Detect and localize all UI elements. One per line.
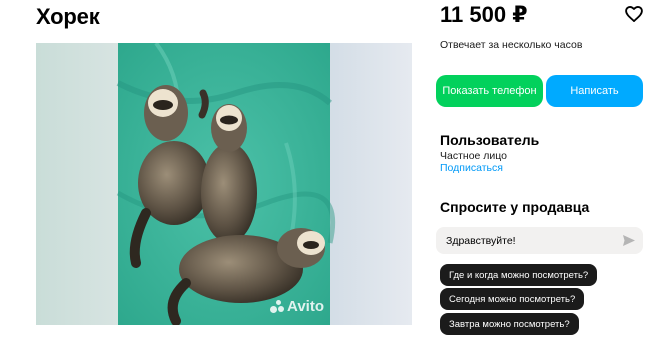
- quick-question-chip[interactable]: Завтра можно посмотреть?: [440, 313, 579, 335]
- seller-type: Частное лицо: [440, 150, 508, 162]
- message-input[interactable]: [446, 227, 616, 254]
- ask-seller-heading: Спросите у продавца: [440, 199, 590, 215]
- listing-price: 11 500 ₽: [440, 2, 528, 27]
- heart-outline-icon: [625, 6, 643, 23]
- quick-question-chip[interactable]: Сегодня можно посмотреть?: [440, 288, 585, 310]
- listing-photo[interactable]: Avito: [36, 43, 412, 325]
- quick-question-chip[interactable]: Где и когда можно посмотреть?: [440, 264, 598, 286]
- write-message-button[interactable]: Написать: [546, 75, 643, 107]
- listing-title: Хорек: [36, 4, 100, 29]
- watermark-text: Avito: [287, 298, 324, 315]
- message-box: [436, 227, 643, 254]
- favorite-button[interactable]: [624, 4, 644, 24]
- send-arrow-icon[interactable]: [623, 235, 635, 246]
- reply-time-text: Отвечает за несколько часов: [440, 39, 583, 51]
- avito-logo-icon: [270, 299, 285, 314]
- subscribe-link[interactable]: Подписаться: [440, 162, 503, 174]
- ferrets-photo-image: [36, 43, 412, 325]
- avito-watermark: Avito: [270, 298, 324, 315]
- show-phone-button[interactable]: Показать телефон: [436, 75, 543, 107]
- seller-name[interactable]: Пользователь: [440, 132, 539, 148]
